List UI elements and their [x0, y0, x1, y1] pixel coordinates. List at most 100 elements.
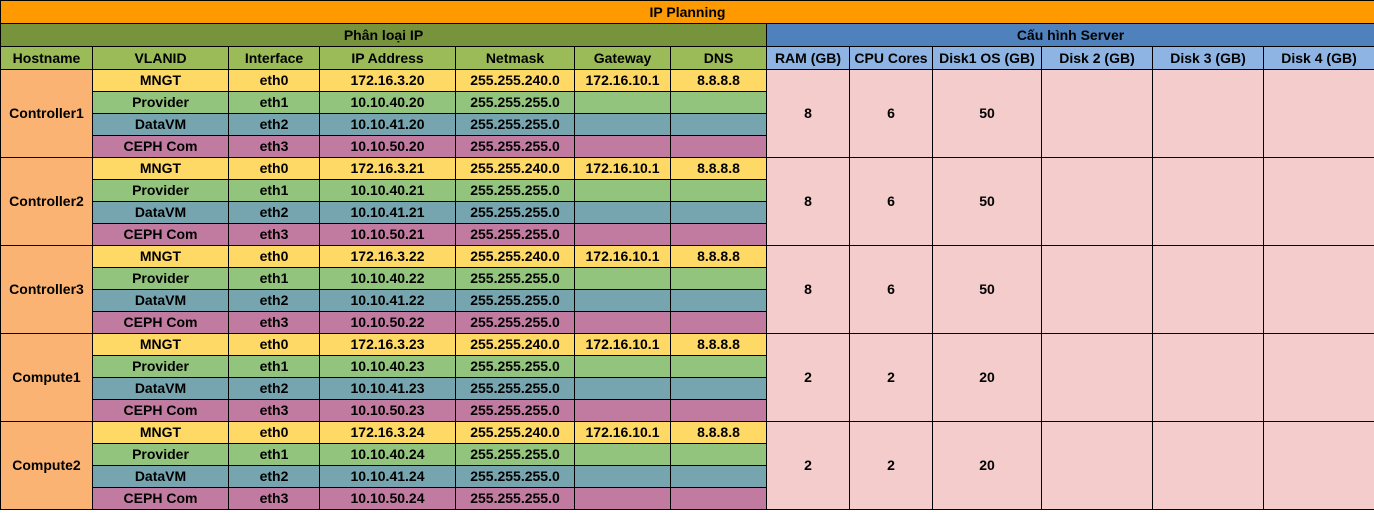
cell-gateway[interactable] — [574, 179, 671, 202]
cell-ip-address[interactable]: 10.10.40.21 — [319, 179, 456, 202]
cell-netmask[interactable]: 255.255.255.0 — [455, 465, 575, 488]
cell-disk4[interactable] — [1263, 245, 1374, 334]
cell-disk3[interactable] — [1152, 69, 1264, 158]
cell-ip-address[interactable]: 10.10.41.23 — [319, 377, 456, 400]
cell-gateway[interactable] — [574, 91, 671, 114]
column-header-disk4[interactable]: Disk 4 (GB) — [1263, 46, 1374, 70]
cell-disk4[interactable] — [1263, 333, 1374, 422]
cell-interface[interactable]: eth1 — [228, 443, 320, 466]
cell-interface[interactable]: eth3 — [228, 223, 320, 246]
cell-dns[interactable] — [670, 377, 767, 400]
cell-ip-address[interactable]: 172.16.3.23 — [319, 333, 456, 356]
cell-ip-address[interactable]: 10.10.41.20 — [319, 113, 456, 136]
cell-hostname[interactable]: Compute2 — [0, 421, 93, 510]
cell-gateway[interactable] — [574, 113, 671, 136]
cell-interface[interactable]: eth3 — [228, 135, 320, 158]
cell-ip-address[interactable]: 10.10.40.22 — [319, 267, 456, 290]
cell-interface[interactable]: eth0 — [228, 333, 320, 356]
cell-gateway[interactable] — [574, 465, 671, 488]
cell-gateway[interactable] — [574, 399, 671, 422]
cell-gateway[interactable]: 172.16.10.1 — [574, 69, 671, 92]
cell-netmask[interactable]: 255.255.255.0 — [455, 289, 575, 312]
cell-vlanid[interactable]: MNGT — [92, 69, 229, 92]
cell-ip-address[interactable]: 10.10.40.24 — [319, 443, 456, 466]
cell-ip-address[interactable]: 172.16.3.20 — [319, 69, 456, 92]
cell-ip-address[interactable]: 10.10.50.21 — [319, 223, 456, 246]
cell-dns[interactable] — [670, 443, 767, 466]
cell-gateway[interactable] — [574, 135, 671, 158]
group-header-server[interactable]: Cấu hình Server — [766, 23, 1374, 47]
cell-disk3[interactable] — [1152, 245, 1264, 334]
cell-netmask[interactable]: 255.255.255.0 — [455, 113, 575, 136]
cell-interface[interactable]: eth1 — [228, 179, 320, 202]
cell-netmask[interactable]: 255.255.255.0 — [455, 223, 575, 246]
cell-gateway[interactable] — [574, 311, 671, 334]
cell-gateway[interactable] — [574, 443, 671, 466]
cell-disk2[interactable] — [1041, 333, 1153, 422]
cell-gateway[interactable]: 172.16.10.1 — [574, 245, 671, 268]
column-header-vlanid[interactable]: VLANID — [92, 46, 229, 70]
cell-disk4[interactable] — [1263, 421, 1374, 510]
cell-interface[interactable]: eth2 — [228, 377, 320, 400]
cell-dns[interactable] — [670, 223, 767, 246]
cell-vlanid[interactable]: DataVM — [92, 377, 229, 400]
column-header-hostname[interactable]: Hostname — [0, 46, 93, 70]
cell-disk1[interactable]: 20 — [932, 421, 1042, 510]
cell-vlanid[interactable]: MNGT — [92, 333, 229, 356]
cell-dns[interactable] — [670, 399, 767, 422]
cell-cpu[interactable]: 2 — [849, 333, 933, 422]
column-header-netmask[interactable]: Netmask — [455, 46, 575, 70]
cell-dns[interactable] — [670, 289, 767, 312]
cell-interface[interactable]: eth0 — [228, 157, 320, 180]
cell-dns[interactable] — [670, 311, 767, 334]
column-header-disk1[interactable]: Disk1 OS (GB) — [932, 46, 1042, 70]
cell-cpu[interactable]: 6 — [849, 157, 933, 246]
cell-dns[interactable]: 8.8.8.8 — [670, 69, 767, 92]
cell-dns[interactable] — [670, 267, 767, 290]
cell-netmask[interactable]: 255.255.240.0 — [455, 245, 575, 268]
cell-interface[interactable]: eth2 — [228, 465, 320, 488]
cell-ram[interactable]: 2 — [766, 333, 850, 422]
cell-ip-address[interactable]: 10.10.50.20 — [319, 135, 456, 158]
cell-gateway[interactable]: 172.16.10.1 — [574, 421, 671, 444]
cell-hostname[interactable]: Controller1 — [0, 69, 93, 158]
cell-dns[interactable]: 8.8.8.8 — [670, 333, 767, 356]
cell-ram[interactable]: 8 — [766, 157, 850, 246]
cell-disk3[interactable] — [1152, 421, 1264, 510]
cell-gateway[interactable]: 172.16.10.1 — [574, 157, 671, 180]
cell-interface[interactable]: eth2 — [228, 201, 320, 224]
cell-vlanid[interactable]: DataVM — [92, 465, 229, 488]
cell-interface[interactable]: eth3 — [228, 399, 320, 422]
cell-interface[interactable]: eth0 — [228, 421, 320, 444]
cell-netmask[interactable]: 255.255.255.0 — [455, 179, 575, 202]
cell-vlanid[interactable]: CEPH Com — [92, 311, 229, 334]
cell-netmask[interactable]: 255.255.255.0 — [455, 201, 575, 224]
cell-disk2[interactable] — [1041, 245, 1153, 334]
cell-interface[interactable]: eth1 — [228, 91, 320, 114]
cell-disk2[interactable] — [1041, 421, 1153, 510]
cell-vlanid[interactable]: CEPH Com — [92, 487, 229, 510]
cell-vlanid[interactable]: DataVM — [92, 289, 229, 312]
column-header-dns[interactable]: DNS — [670, 46, 767, 70]
cell-ram[interactable]: 8 — [766, 245, 850, 334]
cell-disk1[interactable]: 20 — [932, 333, 1042, 422]
cell-vlanid[interactable]: Provider — [92, 443, 229, 466]
cell-disk3[interactable] — [1152, 157, 1264, 246]
cell-dns[interactable] — [670, 113, 767, 136]
cell-interface[interactable]: eth2 — [228, 289, 320, 312]
cell-dns[interactable] — [670, 487, 767, 510]
cell-vlanid[interactable]: Provider — [92, 267, 229, 290]
sheet-title[interactable]: IP Planning — [0, 0, 1374, 24]
cell-vlanid[interactable]: CEPH Com — [92, 223, 229, 246]
cell-gateway[interactable] — [574, 487, 671, 510]
column-header-interface[interactable]: Interface — [228, 46, 320, 70]
cell-dns[interactable] — [670, 135, 767, 158]
cell-netmask[interactable]: 255.255.240.0 — [455, 69, 575, 92]
cell-ram[interactable]: 2 — [766, 421, 850, 510]
cell-disk2[interactable] — [1041, 157, 1153, 246]
cell-ip-address[interactable]: 10.10.41.22 — [319, 289, 456, 312]
cell-ip-address[interactable]: 10.10.40.23 — [319, 355, 456, 378]
cell-vlanid[interactable]: MNGT — [92, 421, 229, 444]
cell-netmask[interactable]: 255.255.255.0 — [455, 443, 575, 466]
cell-disk4[interactable] — [1263, 157, 1374, 246]
